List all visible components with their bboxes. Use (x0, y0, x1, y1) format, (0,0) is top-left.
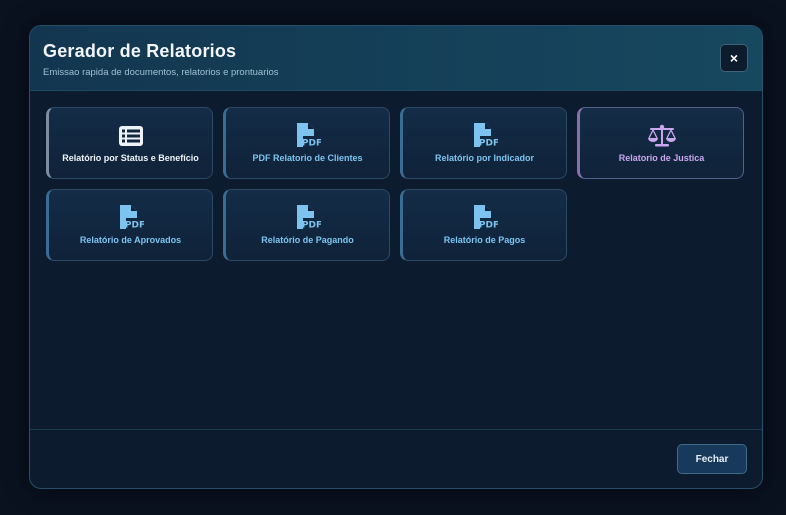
report-generator-modal: Gerador de Relatorios Emissao rapida de … (29, 25, 763, 489)
report-card-status-beneficio[interactable]: Relatório por Status e Benefício (46, 107, 213, 179)
report-card-pagos[interactable]: PDF Relatório de Pagos (400, 189, 567, 261)
modal-body: Relatório por Status e Benefício PDF PDF… (30, 91, 762, 431)
modal-header: Gerador de Relatorios Emissao rapida de … (30, 26, 762, 91)
report-card-pdf-clientes[interactable]: PDF PDF Relatorio de Clientes (223, 107, 390, 179)
report-card-label: Relatório por Status e Benefício (62, 153, 199, 163)
scale-icon (647, 123, 677, 149)
close-button[interactable]: × (720, 44, 748, 72)
fechar-button[interactable]: Fechar (677, 444, 747, 474)
pdf-icon-text: PDF (478, 139, 497, 149)
report-card-label: Relatório por Indicador (434, 153, 534, 163)
report-card-indicador[interactable]: PDF Relatório por Indicador (400, 107, 567, 179)
pdf-file-icon: PDF (472, 205, 498, 231)
report-card-label: Relatório de Pagos (443, 235, 526, 245)
modal-footer: Fechar (30, 429, 762, 488)
report-card-label: PDF Relatorio de Clientes (252, 153, 363, 163)
modal-title: Gerador de Relatorios (43, 41, 237, 61)
report-grid: Relatório por Status e Benefício PDF PDF… (46, 107, 744, 261)
pdf-icon-text: PDF (478, 221, 497, 231)
pdf-file-icon: PDF (295, 205, 321, 231)
pdf-icon-text: PDF (301, 139, 320, 149)
report-card-aprovados[interactable]: PDF Relatório de Aprovados (46, 189, 213, 261)
pdf-file-icon: PDF (472, 123, 498, 149)
report-card-label: Relatorio de Justica (618, 153, 705, 163)
pdf-file-icon: PDF (295, 123, 321, 149)
report-card-pagando[interactable]: PDF Relatório de Pagando (223, 189, 390, 261)
list-icon (118, 123, 143, 149)
report-card-justica[interactable]: Relatorio de Justica (577, 107, 744, 179)
pdf-icon-text: PDF (301, 221, 320, 231)
pdf-icon-text: PDF (124, 221, 143, 231)
report-card-label: Relatório de Aprovados (79, 235, 182, 245)
pdf-file-icon: PDF (118, 205, 144, 231)
report-card-label: Relatório de Pagando (261, 235, 354, 245)
modal-subtitle: Emissao rapida de documentos, relatorios… (43, 67, 279, 78)
